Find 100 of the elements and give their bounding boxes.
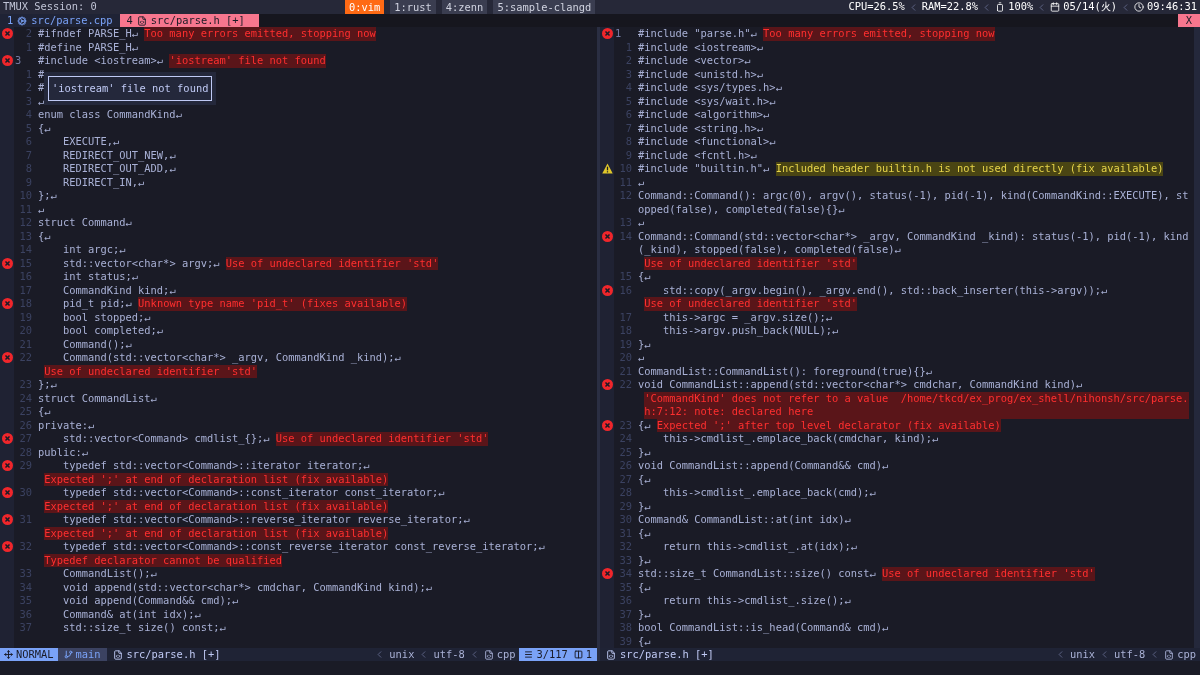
line-number: 19 — [18, 310, 32, 324]
mode-indicator: NORMAL — [0, 648, 58, 661]
line-number: 22 — [618, 378, 632, 392]
code-line: public:↵ — [38, 445, 89, 459]
code-line: {↵ — [638, 418, 651, 432]
popup-message: 'iostream' file not found — [48, 76, 213, 101]
line-number: 33 — [18, 567, 32, 581]
line-number: 14 — [618, 229, 632, 243]
line-number: 29 — [618, 499, 632, 513]
line-number: 27 — [618, 472, 632, 486]
code-line: this->argc = _argv.size();↵ — [662, 310, 832, 324]
code-line: }↵ — [638, 607, 651, 621]
line-number: 13 — [18, 229, 32, 243]
code-line: Command& CommandList::at(int idx)↵ — [638, 513, 851, 527]
code-line: };↵ — [38, 378, 57, 392]
line-number: 15 — [618, 270, 632, 284]
code-line: void CommandList::append(Command&& cmd)↵ — [638, 459, 889, 473]
code-line: {↵ — [638, 472, 651, 486]
code-line: void CommandList::append(std::vector<char*> cmdchar, CommandKind kind)↵ — [638, 378, 1083, 392]
status-text: 100% — [1008, 0, 1034, 15]
window-tab[interactable]: 5:sample-clangd — [493, 0, 596, 14]
code-line: }↵ — [638, 337, 651, 351]
diagnostic-message: Use of undeclared identifier 'std' — [644, 297, 857, 311]
status-text: utf-8 — [432, 648, 466, 661]
file-code-icon — [1164, 649, 1175, 660]
line-number: 30 — [618, 513, 632, 527]
line-number: 10 — [18, 189, 32, 203]
diagnostic-message: Expected ';' at end of declaration list (fix available) — [44, 499, 389, 513]
code-line: ↵ — [638, 216, 645, 230]
window-tab[interactable]: 4:zenn — [441, 0, 488, 14]
code-line: std::size_t size() const;↵ — [62, 621, 226, 635]
line-number: 37 — [618, 607, 632, 621]
line-number: 24 — [618, 432, 632, 446]
line-number: 10 — [618, 162, 632, 176]
file-type: cpp — [496, 648, 516, 661]
line-number: 11 — [618, 175, 632, 189]
code-line: CommandList::CommandList(): foreground(true){}↵ — [638, 364, 933, 378]
code-line: };↵ — [38, 189, 57, 203]
line-number: 2 — [24, 27, 32, 41]
line-number: 25 — [618, 445, 632, 459]
line-number: 34 — [618, 567, 632, 581]
diagnostic-message: Expected ';' at end of declaration list (fix available) — [44, 526, 389, 540]
window-tab[interactable]: 1:rust — [390, 0, 436, 14]
scrollbar[interactable] — [1194, 27, 1200, 648]
line-number: 2 — [24, 81, 32, 95]
code-line: #include <fcntl.h>↵ — [638, 148, 757, 162]
code-line: typedef std::vector<Command>::iterator iterator;↵ — [62, 459, 370, 473]
file-code-icon — [606, 649, 616, 660]
line-number: 20 — [618, 351, 632, 365]
line-number: 8 — [24, 162, 32, 176]
code-line: #include <string.h>↵ — [638, 121, 764, 135]
line-number: 9 — [624, 148, 632, 162]
line-number: 11 — [18, 202, 32, 216]
line-number: 6 — [624, 108, 632, 122]
tab-label: src/parse.h [+] — [150, 12, 245, 28]
line-number: 18 — [18, 297, 32, 311]
code-line: bool CommandList::is_head(Command& cmd)↵ — [638, 621, 889, 635]
code-line: std::vector<Command> cmdlist_{};↵ — [62, 432, 270, 446]
close-button[interactable]: X — [1177, 14, 1200, 27]
line-number: 15 — [18, 256, 32, 270]
line-number: 1 — [24, 67, 32, 81]
code-line: Command();↵ — [62, 337, 132, 351]
line-number: 36 — [618, 594, 632, 608]
code-line: # — [38, 67, 45, 81]
code-line: struct Command↵ — [38, 216, 132, 230]
file-type: cpp — [1177, 648, 1196, 661]
gear-icon — [17, 15, 28, 26]
status-text: unix — [1068, 648, 1096, 661]
code-line: #include <sys/wait.h>↵ — [638, 94, 776, 108]
line-number: 26 — [618, 459, 632, 473]
code-line: REDIRECT_IN,↵ — [62, 175, 145, 189]
line-number: 4 — [24, 108, 32, 122]
code-line: bool completed;↵ — [62, 324, 164, 338]
status-text: CPU=26.5% — [848, 0, 905, 15]
line-number: 23 — [18, 378, 32, 392]
code-line: #include <iostream>↵ — [38, 54, 164, 68]
code-line: return this->cmdlist_.at(idx);↵ — [662, 540, 857, 554]
line-number: 7 — [24, 148, 32, 162]
file-code-icon — [112, 649, 123, 660]
diagnostic-message: Use of undeclared identifier 'std' — [644, 256, 857, 270]
code-line: }↵ — [638, 553, 651, 567]
line-number: 25 — [18, 405, 32, 419]
tab-number: 4 — [126, 12, 133, 28]
code-line: CommandList();↵ — [62, 567, 157, 581]
file-code-icon — [483, 649, 494, 660]
line-number: 14 — [18, 243, 32, 257]
file-name: src/parse.h [+] — [620, 648, 714, 661]
branch-icon — [63, 650, 73, 659]
buffer-tab[interactable]: 4 src/parse.h [+] — [119, 14, 259, 27]
line-number: 31 — [18, 513, 32, 527]
column-icon — [573, 650, 583, 659]
code-line: std::vector<char*> argv;↵ — [62, 256, 220, 270]
move-icon — [4, 650, 13, 659]
line-number: 16 — [618, 283, 632, 297]
calendar-icon — [1050, 2, 1061, 12]
diagnostic-message: Too many errors emitted, stopping now — [763, 27, 995, 41]
code-line: }↵ — [638, 499, 651, 513]
code-line: this->cmdlist_.emplace_back(cmdchar, kind);↵ — [662, 432, 939, 446]
buffer-tab[interactable]: 1 src/parse.cpp — [0, 14, 120, 27]
line-number: 17 — [18, 283, 32, 297]
